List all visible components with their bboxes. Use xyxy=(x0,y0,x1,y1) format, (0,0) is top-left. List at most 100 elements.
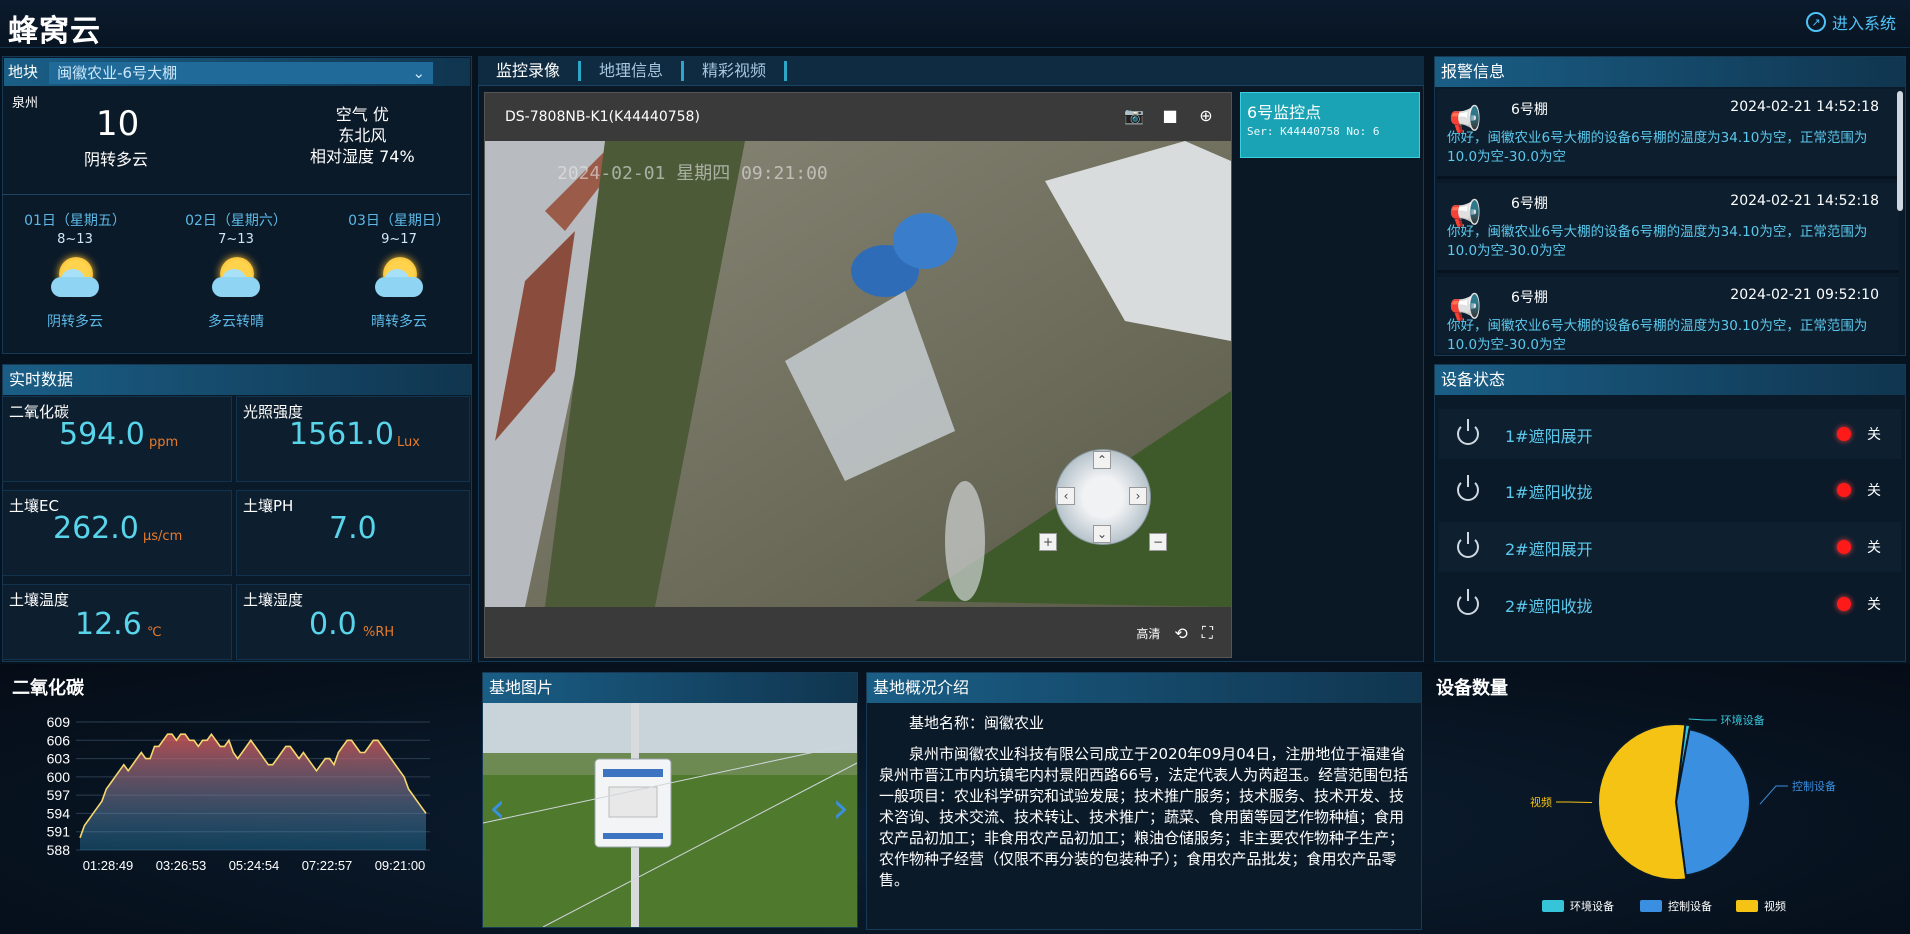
y-tick-label: 588 xyxy=(47,842,71,858)
co2-area xyxy=(80,734,426,850)
alarm-message: 你好，闽徽农业6号大棚的设备6号棚的温度为30.10为空，正常范围为10.0为空… xyxy=(1447,318,1868,353)
farm-select[interactable]: 闽徽农业-6号大棚 ⌄ xyxy=(49,61,434,84)
device-name: 2#遮阳展开 xyxy=(1505,540,1593,559)
alarm-title: 报警信息 xyxy=(1435,57,1905,87)
tab-highlight-video[interactable]: 精彩视频 xyxy=(684,60,788,81)
forecast-range: 8~13 xyxy=(57,232,93,247)
device-state: 关 xyxy=(1867,597,1881,613)
enter-system-button[interactable]: ↗ 进入系统 xyxy=(1805,10,1896,34)
tab-monitor-video[interactable]: 监控录像 xyxy=(478,60,582,81)
status-dot xyxy=(1837,540,1851,554)
device-row[interactable]: 1#遮阳展开 关 xyxy=(1439,409,1901,459)
realtime-title: 实时数据 xyxy=(3,365,471,395)
forecast-day-1: 01日（星期五） 8~13 阴转多云 xyxy=(0,210,150,331)
metric-value: 7.0 xyxy=(329,511,377,546)
metric-value: 0.0 xyxy=(309,607,357,642)
wind: 东北风 xyxy=(338,126,387,145)
pie-label: 环境设备 xyxy=(1721,713,1765,727)
alarm-panel: 报警信息 📢 6号棚 2024-02-21 14:52:18 你好，闽徽农业6号… xyxy=(1434,56,1906,356)
base-photo-panel: 基地图片 ‹ › xyxy=(482,672,858,928)
legend-swatch[interactable] xyxy=(1736,900,1758,912)
device-row[interactable]: 1#遮阳收拢 关 xyxy=(1439,465,1901,515)
carousel-next-icon[interactable]: › xyxy=(832,783,849,832)
camera-serial: Ser: K44440758 No: 6 xyxy=(1247,125,1380,138)
legend-label[interactable]: 控制设备 xyxy=(1668,899,1712,913)
video-title: DS-7808NB-K1(K44440758) xyxy=(505,109,700,125)
device-status-title: 设备状态 xyxy=(1435,365,1905,395)
device-status-panel: 设备状态 1#遮阳展开 关 1#遮阳收拢 关 2#遮阳展开 关 2#遮阳收拢 关 xyxy=(1434,364,1906,662)
pie-slice[interactable] xyxy=(1597,723,1688,881)
pie-label: 控制设备 xyxy=(1792,779,1836,793)
alarm-time: 2024-02-21 14:52:18 xyxy=(1730,99,1879,115)
device-state: 关 xyxy=(1867,427,1881,443)
y-tick-label: 591 xyxy=(47,824,71,840)
ptz-down-button[interactable]: ⌄ xyxy=(1093,525,1111,543)
status-dot xyxy=(1837,597,1851,611)
status-dot xyxy=(1837,483,1851,497)
alarm-scrollbar[interactable] xyxy=(1897,91,1903,211)
ptz-zoom-in-button[interactable]: + xyxy=(1039,533,1057,551)
camera-snapshot-icon[interactable]: 📷 xyxy=(1123,105,1145,127)
ptz-left-button[interactable]: ‹ xyxy=(1057,487,1075,505)
alarm-name: 6号棚 xyxy=(1511,290,1548,306)
power-icon[interactable] xyxy=(1457,589,1479,615)
forecast-cond: 多云转晴 xyxy=(208,314,264,330)
chevron-down-icon: ⌄ xyxy=(412,63,426,82)
legend-swatch[interactable] xyxy=(1542,900,1564,912)
base-intro-title: 基地概况介绍 xyxy=(867,673,1421,703)
ptz-up-button[interactable]: ⌃ xyxy=(1093,451,1111,469)
co2-chart-title: 二氧化碳 xyxy=(12,678,84,699)
y-tick-label: 609 xyxy=(47,714,71,730)
metric-soil-humidity: 土壤湿度 0.0 %RH xyxy=(236,584,470,660)
zoom-in-icon[interactable]: ⊕ xyxy=(1195,105,1217,127)
video-toolbar: 📷 ■ ⊕ xyxy=(1123,105,1217,127)
device-row[interactable]: 2#遮阳展开 关 xyxy=(1439,522,1901,572)
video-footer: 高清 ⟲ ⛶ xyxy=(1136,623,1213,643)
carousel-prev-icon[interactable]: ‹ xyxy=(489,783,506,832)
y-tick-label: 603 xyxy=(47,751,71,767)
monitor-tabs: 监控录像 地理信息 精彩视频 xyxy=(478,56,1424,86)
ptz-right-button[interactable]: › xyxy=(1129,487,1147,505)
x-tick-label: 05:24:54 xyxy=(229,858,280,873)
tab-geo-info[interactable]: 地理信息 xyxy=(581,60,685,81)
alarm-list[interactable]: 📢 6号棚 2024-02-21 14:52:18 你好，闽徽农业6号大棚的设备… xyxy=(1437,89,1899,353)
weather-temp: 10 xyxy=(96,104,140,144)
alarm-name: 6号棚 xyxy=(1511,196,1548,212)
x-tick-label: 09:21:00 xyxy=(375,858,426,873)
metric-unit: μs/cm xyxy=(143,529,183,544)
pie-slice[interactable] xyxy=(1674,728,1751,877)
legend-swatch[interactable] xyxy=(1640,900,1662,912)
replay-icon[interactable]: ⟲ xyxy=(1174,624,1187,643)
forecast-range: 7~13 xyxy=(218,232,254,247)
power-icon[interactable] xyxy=(1457,532,1479,558)
power-icon[interactable] xyxy=(1457,475,1479,501)
fullscreen-icon[interactable]: ⛶ xyxy=(1202,623,1213,643)
video-feed[interactable]: 2024-02-01 星期四 09:21:00 ⌃ ⌄ ‹ › + − xyxy=(485,141,1231,607)
metric-unit: %RH xyxy=(363,625,395,640)
metric-unit: ℃ xyxy=(147,625,162,640)
forecast-cond: 晴转多云 xyxy=(371,314,427,330)
metric-label: 土壤湿度 xyxy=(243,591,304,609)
legend-label[interactable]: 环境设备 xyxy=(1570,899,1614,913)
device-state: 关 xyxy=(1867,540,1881,556)
legend-label[interactable]: 视频 xyxy=(1764,899,1786,913)
record-icon[interactable]: ■ xyxy=(1159,105,1181,127)
x-tick-label: 07:22:57 xyxy=(302,858,353,873)
x-tick-label: 03:26:53 xyxy=(156,858,207,873)
metric-value: 12.6 xyxy=(75,607,142,642)
base-photo: ‹ › xyxy=(483,703,857,927)
device-name: 2#遮阳收拢 xyxy=(1505,597,1593,616)
power-icon[interactable] xyxy=(1457,419,1479,445)
camera-point-card[interactable]: 6号监控点 Ser: K44440758 No: 6 xyxy=(1240,92,1420,158)
base-photo-title: 基地图片 xyxy=(483,673,857,703)
farm-selector-row: 地块 闽徽农业-6号大棚 ⌄ xyxy=(4,58,470,86)
device-row[interactable]: 2#遮阳收拢 关 xyxy=(1439,579,1901,629)
forecast-date: 02日（星期六） xyxy=(185,213,287,229)
partly-cloudy-icon xyxy=(208,253,264,305)
forecast-day-2: 02日（星期六） 7~13 多云转晴 xyxy=(161,210,311,331)
ptz-zoom-out-button[interactable]: − xyxy=(1149,533,1167,551)
base-intro-body: 基地名称：闽徽农业 泉州市闽徽农业科技有限公司成立于2020年09月04日，注册… xyxy=(867,703,1421,901)
quality-button[interactable]: 高清 xyxy=(1136,625,1160,642)
metric-light: 光照强度 1561.0 Lux xyxy=(236,396,470,482)
device-list[interactable]: 1#遮阳展开 关 1#遮阳收拢 关 2#遮阳展开 关 2#遮阳收拢 关 xyxy=(1439,409,1901,657)
